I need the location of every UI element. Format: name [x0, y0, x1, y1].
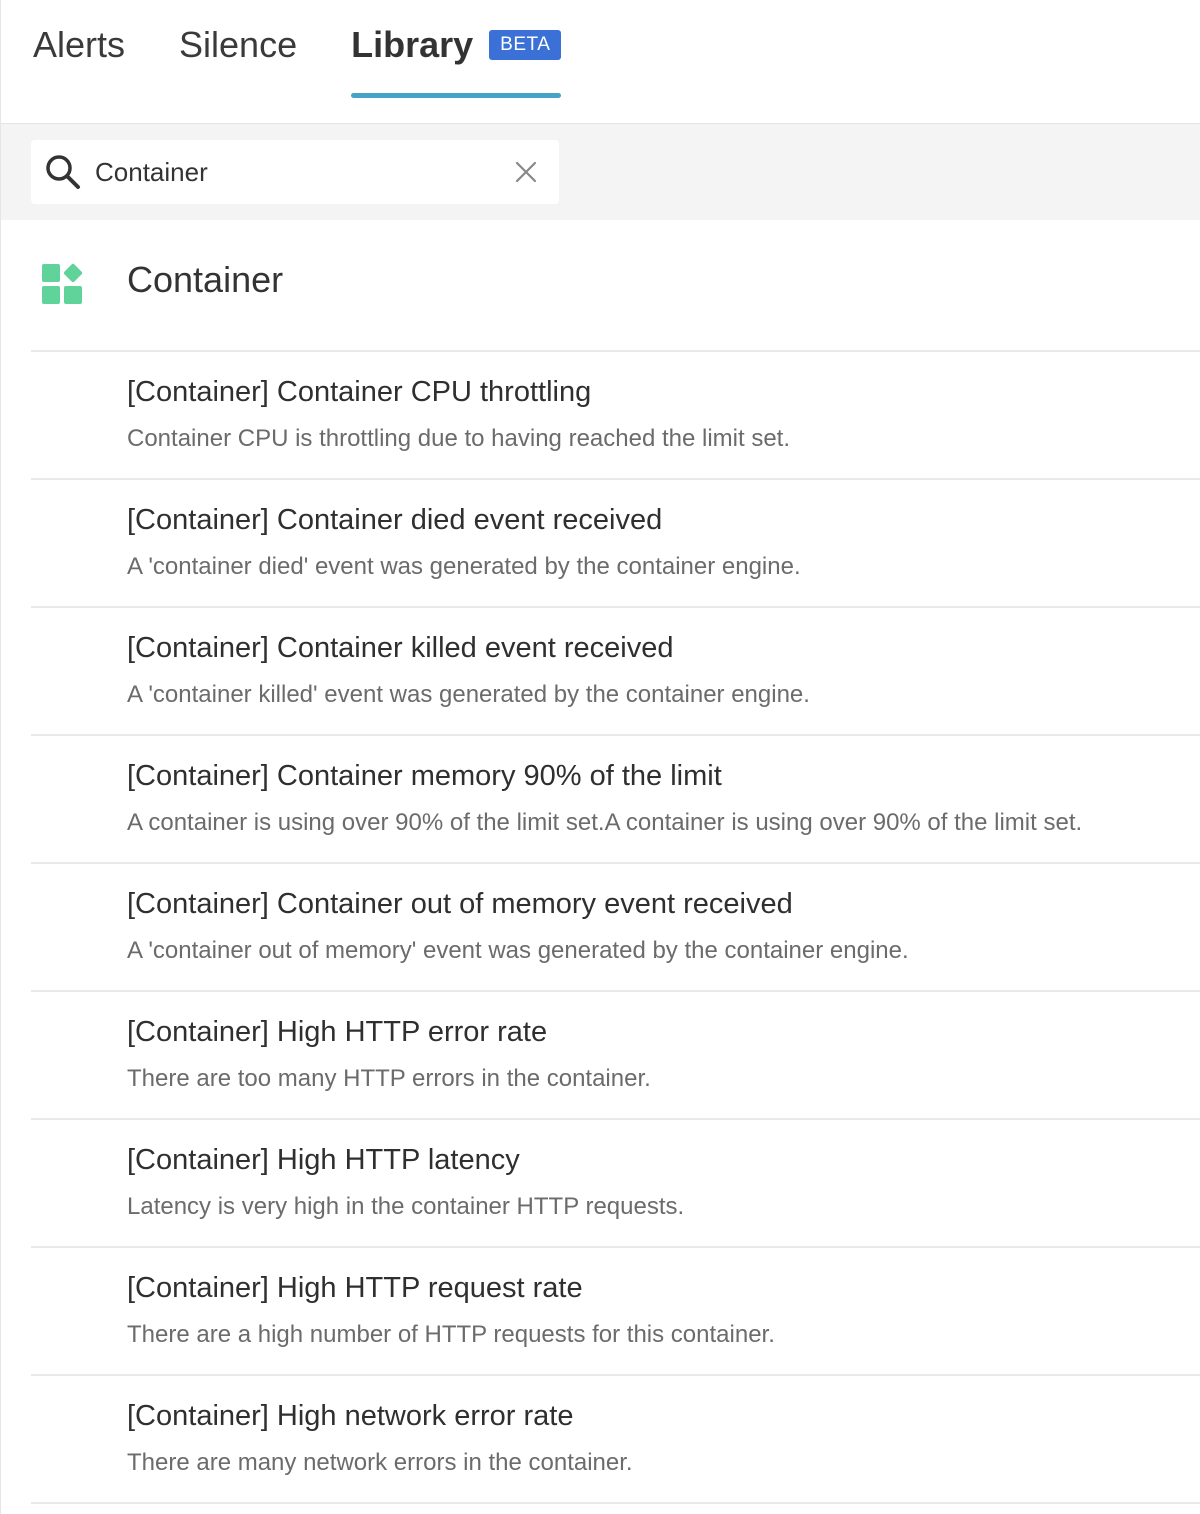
container-blocks-icon	[41, 263, 85, 307]
item-title: [Container] Container memory 90% of the …	[127, 760, 722, 792]
list-item[interactable]: [Container] Container out of memory even…	[31, 864, 1200, 992]
beta-badge: BETA	[489, 30, 562, 60]
item-title: [Container] High HTTP latency	[127, 1144, 520, 1176]
search-bar-area	[1, 124, 1200, 220]
alerts-library-page: Alerts Silence Library BETA Container Co…	[0, 0, 1200, 1514]
category-title: Container	[127, 259, 284, 300]
tab-silence[interactable]: Silence	[179, 0, 297, 98]
item-description: A container is using over 90% of the lim…	[127, 809, 1083, 836]
item-title: [Container] High HTTP request rate	[127, 1272, 583, 1304]
list-item[interactable]: [Container] Container killed event recei…	[31, 608, 1200, 736]
item-title: [Container] Container out of memory even…	[127, 888, 793, 920]
item-title: [Container] Container CPU throttling	[127, 376, 592, 408]
tab-label: Library	[351, 24, 474, 65]
tab-label: Alerts	[33, 24, 126, 65]
item-description: There are many network errors in the con…	[127, 1449, 633, 1476]
close-icon[interactable]	[513, 159, 539, 185]
category-header: Container	[1, 220, 1200, 350]
item-title: [Container] High network error rate	[127, 1400, 574, 1432]
search-box	[31, 140, 559, 204]
tab-library[interactable]: Library BETA	[351, 0, 562, 98]
list-item[interactable]: [Container] High network error rate Ther…	[31, 1376, 1200, 1504]
item-description: Latency is very high in the container HT…	[127, 1193, 685, 1220]
tab-alerts[interactable]: Alerts	[33, 0, 125, 98]
tab-bar: Alerts Silence Library BETA	[1, 0, 1200, 124]
search-input[interactable]	[95, 152, 495, 192]
item-description: A 'container died' event was generated b…	[127, 553, 801, 580]
list-item[interactable]: [Container] High HTTP latency Latency is…	[31, 1120, 1200, 1248]
item-description: Container CPU is throttling due to havin…	[127, 425, 791, 452]
list-item[interactable]: [Container] Container memory 90% of the …	[31, 736, 1200, 864]
item-description: A 'container out of memory' event was ge…	[127, 937, 909, 964]
item-description: There are too many HTTP errors in the co…	[127, 1065, 651, 1092]
list-item[interactable]: [Container] Container died event receive…	[31, 480, 1200, 608]
item-title: [Container] Container died event receive…	[127, 504, 663, 536]
item-description: There are a high number of HTTP requests…	[127, 1321, 775, 1348]
list-item[interactable]: [Container] High HTTP error rate There a…	[31, 992, 1200, 1120]
item-title: [Container] High HTTP error rate	[127, 1016, 548, 1048]
list-item[interactable]: [Container] Container CPU throttling Con…	[31, 352, 1200, 480]
item-description: A 'container killed' event was generated…	[127, 681, 810, 708]
alert-template-list: [Container] Container CPU throttling Con…	[31, 352, 1200, 1504]
search-icon	[43, 152, 83, 192]
list-item[interactable]: [Container] High HTTP request rate There…	[31, 1248, 1200, 1376]
tab-label: Silence	[179, 24, 298, 65]
item-title: [Container] Container killed event recei…	[127, 632, 674, 664]
active-tab-indicator	[351, 93, 562, 98]
